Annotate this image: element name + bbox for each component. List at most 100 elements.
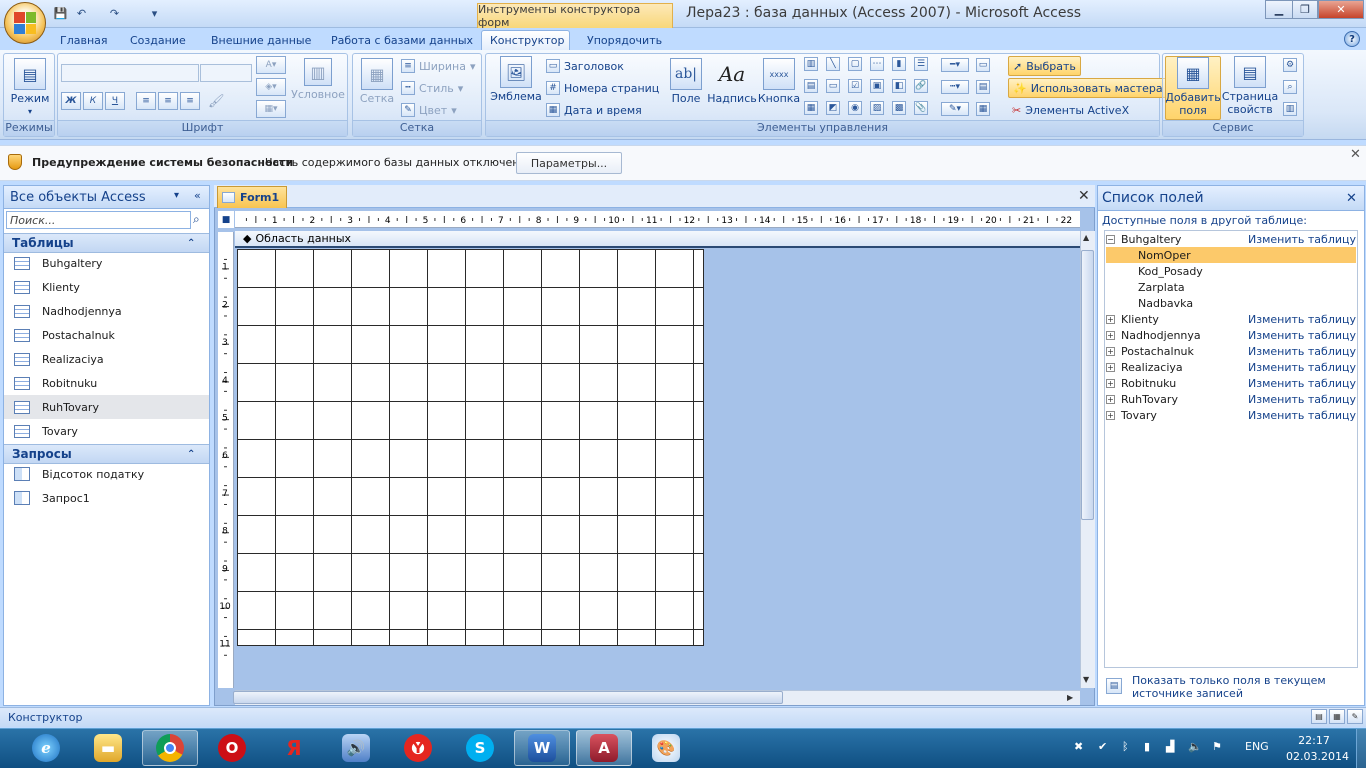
- view-button[interactable]: ▤ Режим ▾: [8, 58, 52, 118]
- collapse-icon[interactable]: ⌃: [187, 449, 195, 460]
- expand-icon[interactable]: +: [1106, 378, 1115, 388]
- field-list-table[interactable]: + RuhTovary Изменить таблицу: [1106, 391, 1356, 407]
- edit-table-link[interactable]: Изменить таблицу: [1248, 393, 1356, 406]
- collapse-icon[interactable]: −: [1106, 234, 1115, 244]
- nav-table-item[interactable]: Klienty: [4, 275, 209, 299]
- tab-home[interactable]: Главная: [52, 30, 116, 50]
- save-icon[interactable]: 💾: [52, 5, 69, 22]
- list-box-icon[interactable]: ▤: [804, 79, 818, 93]
- bold-button[interactable]: Ж: [61, 92, 81, 110]
- search-icon[interactable]: ⌕: [193, 212, 200, 227]
- edit-table-link[interactable]: Изменить таблицу: [1248, 345, 1356, 358]
- vertical-ruler[interactable]: 1 2 3 4 5 6 7 8 9 10 11: [218, 232, 234, 688]
- scroll-up-icon[interactable]: ▲: [1083, 233, 1089, 242]
- minimize-button[interactable]: ▁: [1265, 0, 1293, 19]
- unbound-object-icon[interactable]: ◧: [892, 79, 906, 93]
- edit-table-link[interactable]: Изменить таблицу: [1248, 361, 1356, 374]
- close-document-icon[interactable]: ✕: [1078, 188, 1090, 204]
- add-fields-button[interactable]: ▦ Добавить поля: [1165, 56, 1221, 120]
- nav-table-item[interactable]: Postachalnuk: [4, 323, 209, 347]
- expand-icon[interactable]: +: [1106, 346, 1115, 356]
- taskbar-app-audio[interactable]: 🔊: [328, 730, 384, 766]
- hyperlink-icon[interactable]: 🔗: [914, 79, 928, 93]
- options-button[interactable]: Параметры...: [516, 152, 622, 174]
- edit-table-link[interactable]: Изменить таблицу: [1248, 329, 1356, 342]
- edit-table-link[interactable]: Изменить таблицу: [1248, 313, 1356, 326]
- show-desktop-button[interactable]: [1356, 729, 1366, 768]
- grid-width-button[interactable]: ≡ Ширина ▾: [401, 56, 476, 76]
- special-effect-icon[interactable]: ▭: [976, 58, 990, 72]
- check-box-icon[interactable]: ☑: [848, 79, 862, 93]
- tab-arrange[interactable]: Упорядочить: [579, 30, 670, 50]
- tab-database-tools[interactable]: Работа с базами данных: [323, 30, 481, 50]
- page-numbers-button[interactable]: # Номера страниц: [546, 78, 659, 98]
- logo-button[interactable]: 🖼 Эмблема: [490, 56, 542, 103]
- grid-color-button[interactable]: ✎ Цвет ▾: [401, 100, 457, 120]
- field-button[interactable]: ab| Поле: [666, 58, 706, 105]
- nav-query-item[interactable]: Запрос1: [4, 486, 209, 510]
- design-view-button[interactable]: ✎: [1347, 709, 1363, 724]
- code-icon[interactable]: ⚙: [1283, 58, 1297, 72]
- field-list-field[interactable]: Zarplata: [1106, 279, 1356, 295]
- form-design-grid[interactable]: [237, 249, 704, 646]
- line-type-icon[interactable]: ┅▾: [941, 80, 969, 94]
- bound-object-icon[interactable]: ◩: [826, 101, 840, 115]
- close-field-list-icon[interactable]: ✕: [1346, 191, 1357, 206]
- align-right-icon[interactable]: ≡: [180, 92, 200, 110]
- insert-picture-icon[interactable]: ▩: [892, 101, 906, 115]
- close-window-button[interactable]: ✕: [1318, 0, 1364, 19]
- taskbar-app-chrome[interactable]: [142, 730, 198, 766]
- nav-section-queries[interactable]: Запросы ⌃: [4, 444, 209, 464]
- field-list-field[interactable]: Nadbavka: [1106, 295, 1356, 311]
- security-tray-icon[interactable]: ✔: [1098, 740, 1107, 753]
- taskbar-app-word[interactable]: W: [514, 730, 570, 766]
- language-indicator[interactable]: ENG: [1245, 740, 1269, 753]
- field-list-table[interactable]: + Tovary Изменить таблицу: [1106, 407, 1356, 423]
- layout-view-button[interactable]: ▦: [1329, 709, 1345, 724]
- nav-table-item[interactable]: Realizaciya: [4, 347, 209, 371]
- expand-icon[interactable]: +: [1106, 362, 1115, 372]
- nav-table-item[interactable]: Robitnuku: [4, 371, 209, 395]
- field-list-table-expanded[interactable]: − Buhgaltery Изменить таблицу: [1106, 231, 1356, 247]
- field-list-table[interactable]: + Postachalnuk Изменить таблицу: [1106, 343, 1356, 359]
- office-button[interactable]: [4, 2, 46, 44]
- network-error-icon[interactable]: ✖: [1074, 740, 1083, 753]
- help-icon[interactable]: ?: [1344, 31, 1360, 47]
- scroll-down-icon[interactable]: ▼: [1083, 675, 1089, 684]
- system-clock[interactable]: 22:17 02.03.2014: [1286, 733, 1349, 765]
- tab-external-data[interactable]: Внешние данные: [203, 30, 319, 50]
- font-color-icon[interactable]: A▾: [256, 56, 286, 74]
- vertical-scroll-thumb[interactable]: [1081, 250, 1094, 520]
- redo-icon[interactable]: ↷: [106, 5, 123, 22]
- maximize-button[interactable]: ❐: [1292, 0, 1318, 19]
- set-control-defaults-icon[interactable]: ▤: [976, 80, 990, 94]
- italic-button[interactable]: К: [83, 92, 103, 110]
- bluetooth-icon[interactable]: ᛒ: [1122, 740, 1129, 753]
- taskbar-app-paint[interactable]: 🎨: [638, 730, 694, 766]
- scroll-right-icon[interactable]: ▶: [1067, 693, 1073, 702]
- macro-icon[interactable]: ⌕: [1283, 80, 1297, 94]
- field-list-table[interactable]: + Realizaciya Изменить таблицу: [1106, 359, 1356, 375]
- taskbar-app-explorer[interactable]: ▬: [80, 730, 136, 766]
- image-icon[interactable]: ▨: [870, 101, 884, 115]
- conditional-format-button[interactable]: ▥ Условное: [290, 58, 346, 101]
- convert-macros-icon[interactable]: ▥: [1283, 102, 1297, 116]
- nav-table-item-selected[interactable]: RuhTovary: [4, 395, 209, 419]
- insert-page-break-icon[interactable]: ⋯: [870, 57, 884, 71]
- command-button[interactable]: xxxx Кнопка: [758, 58, 800, 105]
- property-sheet-button[interactable]: ▤ Страница свойств: [1222, 56, 1278, 116]
- field-list-field[interactable]: Kod_Posady: [1106, 263, 1356, 279]
- horizontal-scroll-thumb[interactable]: [233, 691, 783, 704]
- nav-query-item[interactable]: Відсоток податку: [4, 462, 209, 486]
- title-button[interactable]: ▭ Заголовок: [546, 56, 624, 76]
- font-size-select[interactable]: [200, 64, 252, 82]
- expand-icon[interactable]: +: [1106, 314, 1115, 324]
- grid-style-button[interactable]: ┅ Стиль ▾: [401, 78, 463, 98]
- field-list-table[interactable]: + Klienty Изменить таблицу: [1106, 311, 1356, 327]
- format-painter-icon[interactable]: 🖌: [208, 94, 225, 109]
- volume-icon[interactable]: 🔈: [1188, 740, 1202, 753]
- gridlines-icon[interactable]: ▦▾: [256, 100, 286, 118]
- collapse-icon[interactable]: ⌃: [187, 238, 195, 249]
- taskbar-app-opera[interactable]: O: [204, 730, 260, 766]
- nav-menu-dropdown-icon[interactable]: ▾: [174, 190, 179, 201]
